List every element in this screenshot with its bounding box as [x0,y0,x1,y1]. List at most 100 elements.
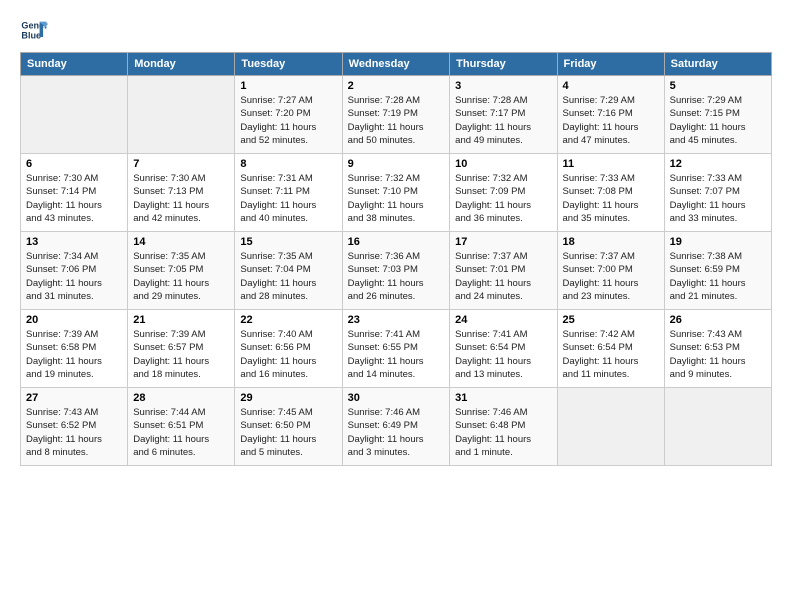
day-number: 14 [133,236,229,248]
day-number: 12 [670,158,766,170]
day-number: 10 [455,158,551,170]
calendar-cell: 4 Sunrise: 7:29 AM Sunset: 7:16 PM Daylig… [557,76,664,154]
day-info: Sunrise: 7:28 AM Sunset: 7:19 PM Dayligh… [348,94,445,147]
day-number: 15 [240,236,336,248]
day-number: 18 [563,236,659,248]
day-number: 2 [348,80,445,92]
calendar-cell: 9 Sunrise: 7:32 AM Sunset: 7:10 PM Daylig… [342,154,450,232]
calendar-cell: 13 Sunrise: 7:34 AM Sunset: 7:06 PM Dayli… [21,232,128,310]
day-number: 24 [455,314,551,326]
day-info: Sunrise: 7:35 AM Sunset: 7:05 PM Dayligh… [133,250,229,303]
day-info: Sunrise: 7:32 AM Sunset: 7:10 PM Dayligh… [348,172,445,225]
calendar-cell: 28 Sunrise: 7:44 AM Sunset: 6:51 PM Dayli… [128,388,235,466]
day-info: Sunrise: 7:33 AM Sunset: 7:07 PM Dayligh… [670,172,766,225]
week-row-0: 1Sunrise: 7:27 AM Sunset: 7:20 PM Daylig… [21,76,772,154]
day-info: Sunrise: 7:42 AM Sunset: 6:54 PM Dayligh… [563,328,659,381]
day-info: Sunrise: 7:39 AM Sunset: 6:57 PM Dayligh… [133,328,229,381]
day-info: Sunrise: 7:41 AM Sunset: 6:54 PM Dayligh… [455,328,551,381]
calendar-cell [557,388,664,466]
calendar-cell: 27Sunrise: 7:43 AM Sunset: 6:52 PM Dayli… [21,388,128,466]
day-number: 11 [563,158,659,170]
calendar-cell: 18 Sunrise: 7:37 AM Sunset: 7:00 PM Dayli… [557,232,664,310]
day-number: 3 [455,80,551,92]
day-info: Sunrise: 7:37 AM Sunset: 7:01 PM Dayligh… [455,250,551,303]
logo: General Blue [20,16,48,44]
calendar-cell: 21 Sunrise: 7:39 AM Sunset: 6:57 PM Dayli… [128,310,235,388]
calendar-cell: 30 Sunrise: 7:46 AM Sunset: 6:49 PM Dayli… [342,388,450,466]
week-row-3: 20Sunrise: 7:39 AM Sunset: 6:58 PM Dayli… [21,310,772,388]
calendar-cell [128,76,235,154]
calendar-cell: 16 Sunrise: 7:36 AM Sunset: 7:03 PM Dayli… [342,232,450,310]
day-info: Sunrise: 7:29 AM Sunset: 7:15 PM Dayligh… [670,94,766,147]
day-number: 26 [670,314,766,326]
header-day-wednesday: Wednesday [342,53,450,76]
calendar-cell [21,76,128,154]
calendar-cell: 3 Sunrise: 7:28 AM Sunset: 7:17 PM Daylig… [450,76,557,154]
day-number: 25 [563,314,659,326]
day-info: Sunrise: 7:28 AM Sunset: 7:17 PM Dayligh… [455,94,551,147]
calendar-cell: 15 Sunrise: 7:35 AM Sunset: 7:04 PM Dayli… [235,232,342,310]
calendar-cell: 20Sunrise: 7:39 AM Sunset: 6:58 PM Dayli… [21,310,128,388]
day-number: 8 [240,158,336,170]
day-number: 9 [348,158,445,170]
day-number: 20 [26,314,122,326]
week-row-2: 13 Sunrise: 7:34 AM Sunset: 7:06 PM Dayli… [21,232,772,310]
day-number: 22 [240,314,336,326]
day-number: 28 [133,392,229,404]
header-day-monday: Monday [128,53,235,76]
calendar-cell: 24 Sunrise: 7:41 AM Sunset: 6:54 PM Dayli… [450,310,557,388]
calendar-cell: 29Sunrise: 7:45 AM Sunset: 6:50 PM Dayli… [235,388,342,466]
calendar-cell: 2 Sunrise: 7:28 AM Sunset: 7:19 PM Daylig… [342,76,450,154]
calendar-cell: 23 Sunrise: 7:41 AM Sunset: 6:55 PM Dayli… [342,310,450,388]
header-day-sunday: Sunday [21,53,128,76]
calendar-cell: 7Sunrise: 7:30 AM Sunset: 7:13 PM Daylig… [128,154,235,232]
day-info: Sunrise: 7:31 AM Sunset: 7:11 PM Dayligh… [240,172,336,225]
day-number: 13 [26,236,122,248]
header: General Blue [20,16,772,44]
day-info: Sunrise: 7:38 AM Sunset: 6:59 PM Dayligh… [670,250,766,303]
calendar-cell: 1Sunrise: 7:27 AM Sunset: 7:20 PM Daylig… [235,76,342,154]
day-info: Sunrise: 7:45 AM Sunset: 6:50 PM Dayligh… [240,406,336,459]
day-info: Sunrise: 7:30 AM Sunset: 7:14 PM Dayligh… [26,172,122,225]
week-row-4: 27Sunrise: 7:43 AM Sunset: 6:52 PM Dayli… [21,388,772,466]
calendar-cell: 6 Sunrise: 7:30 AM Sunset: 7:14 PM Daylig… [21,154,128,232]
calendar-cell: 11 Sunrise: 7:33 AM Sunset: 7:08 PM Dayli… [557,154,664,232]
calendar-table: SundayMondayTuesdayWednesdayThursdayFrid… [20,52,772,466]
day-info: Sunrise: 7:41 AM Sunset: 6:55 PM Dayligh… [348,328,445,381]
day-number: 6 [26,158,122,170]
day-info: Sunrise: 7:34 AM Sunset: 7:06 PM Dayligh… [26,250,122,303]
day-info: Sunrise: 7:46 AM Sunset: 6:48 PM Dayligh… [455,406,551,459]
day-number: 23 [348,314,445,326]
calendar-cell: 22 Sunrise: 7:40 AM Sunset: 6:56 PM Dayli… [235,310,342,388]
day-number: 19 [670,236,766,248]
day-number: 16 [348,236,445,248]
day-number: 31 [455,392,551,404]
header-day-tuesday: Tuesday [235,53,342,76]
calendar-cell: 8 Sunrise: 7:31 AM Sunset: 7:11 PM Daylig… [235,154,342,232]
calendar-cell: 19 Sunrise: 7:38 AM Sunset: 6:59 PM Dayli… [664,232,771,310]
calendar-cell: 14 Sunrise: 7:35 AM Sunset: 7:05 PM Dayli… [128,232,235,310]
calendar-cell: 5Sunrise: 7:29 AM Sunset: 7:15 PM Daylig… [664,76,771,154]
day-number: 17 [455,236,551,248]
day-info: Sunrise: 7:46 AM Sunset: 6:49 PM Dayligh… [348,406,445,459]
day-number: 21 [133,314,229,326]
day-info: Sunrise: 7:27 AM Sunset: 7:20 PM Dayligh… [240,94,336,147]
week-row-1: 6 Sunrise: 7:30 AM Sunset: 7:14 PM Daylig… [21,154,772,232]
day-info: Sunrise: 7:33 AM Sunset: 7:08 PM Dayligh… [563,172,659,225]
header-day-thursday: Thursday [450,53,557,76]
day-info: Sunrise: 7:37 AM Sunset: 7:00 PM Dayligh… [563,250,659,303]
day-info: Sunrise: 7:35 AM Sunset: 7:04 PM Dayligh… [240,250,336,303]
page-container: General Blue SundayMondayTuesdayWednesda… [0,0,792,476]
day-info: Sunrise: 7:44 AM Sunset: 6:51 PM Dayligh… [133,406,229,459]
header-row: SundayMondayTuesdayWednesdayThursdayFrid… [21,53,772,76]
day-info: Sunrise: 7:29 AM Sunset: 7:16 PM Dayligh… [563,94,659,147]
day-number: 30 [348,392,445,404]
day-number: 27 [26,392,122,404]
day-number: 4 [563,80,659,92]
day-info: Sunrise: 7:36 AM Sunset: 7:03 PM Dayligh… [348,250,445,303]
svg-text:Blue: Blue [21,30,41,40]
day-info: Sunrise: 7:40 AM Sunset: 6:56 PM Dayligh… [240,328,336,381]
day-info: Sunrise: 7:32 AM Sunset: 7:09 PM Dayligh… [455,172,551,225]
calendar-cell: 17 Sunrise: 7:37 AM Sunset: 7:01 PM Dayli… [450,232,557,310]
calendar-cell: 12 Sunrise: 7:33 AM Sunset: 7:07 PM Dayli… [664,154,771,232]
